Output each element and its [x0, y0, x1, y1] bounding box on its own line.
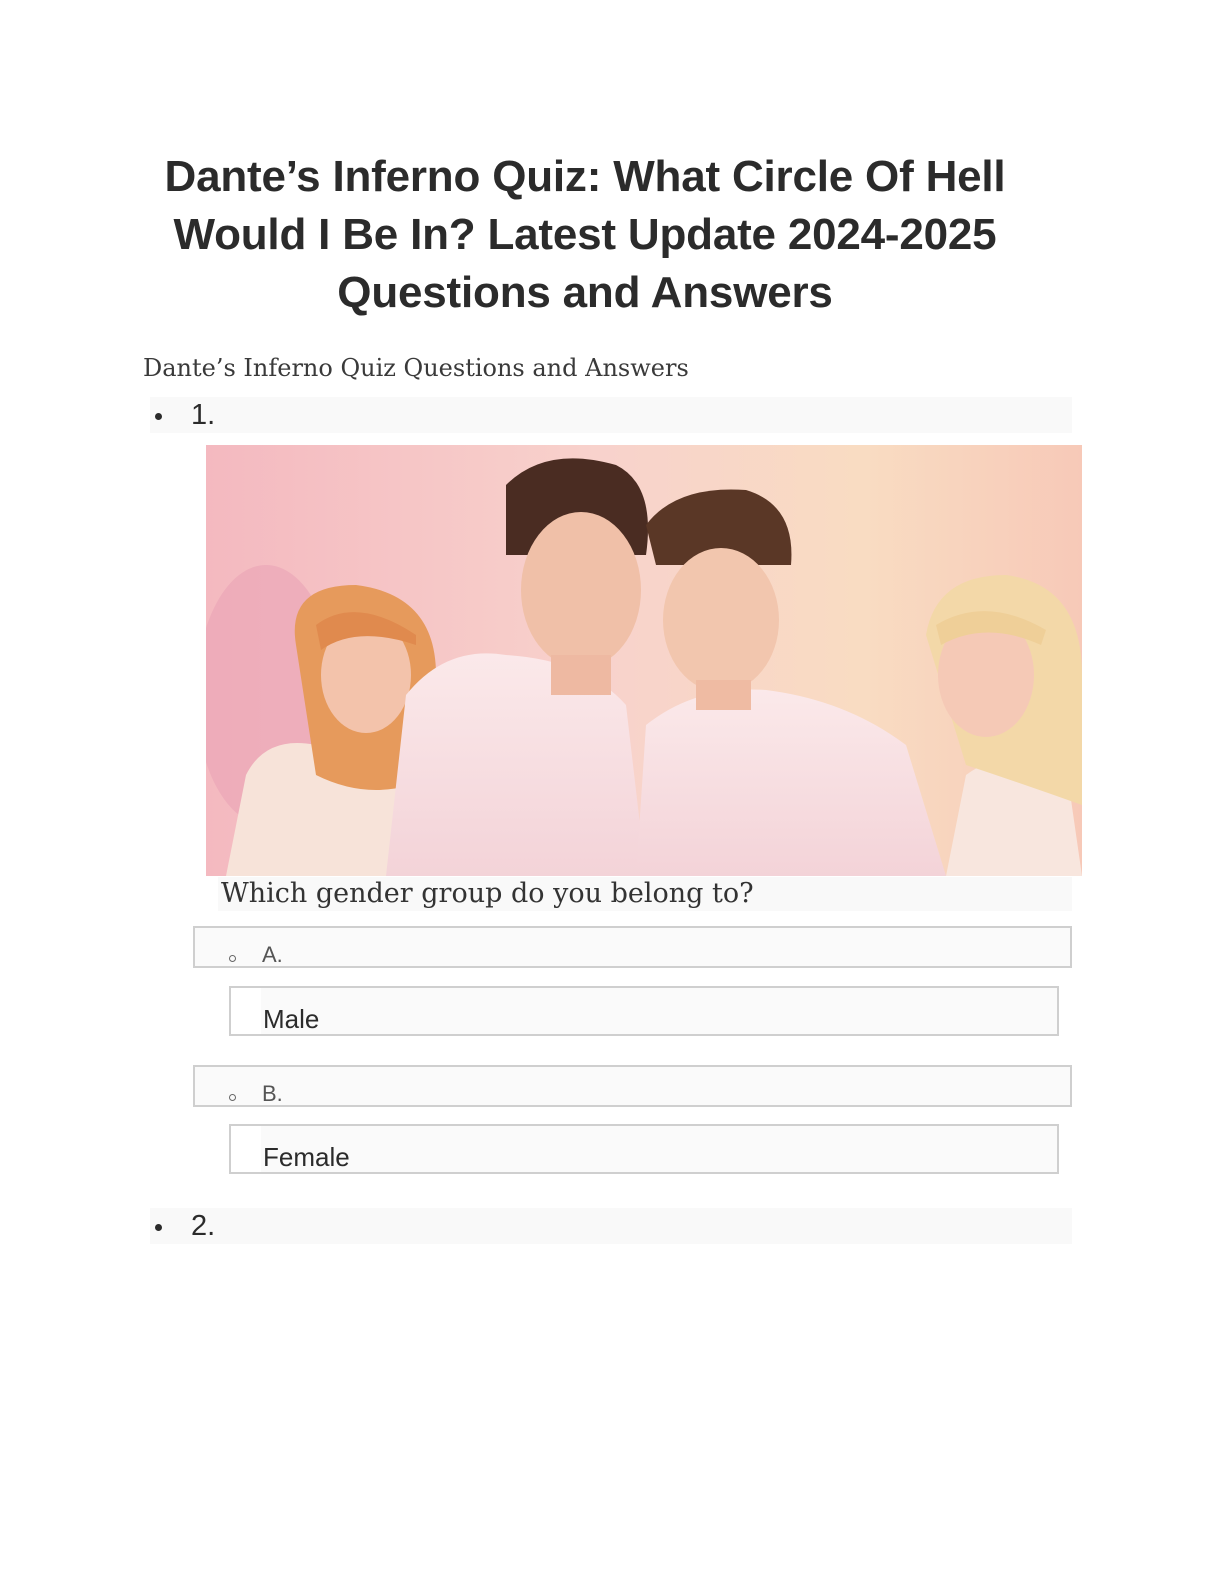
option-answer: Female — [263, 1142, 350, 1172]
option-answer: Male — [263, 1004, 320, 1034]
question-text: Which gender group do you belong to? — [221, 878, 754, 909]
question-image — [206, 445, 1082, 876]
option-b-label-box[interactable]: B. — [193, 1065, 1072, 1107]
document-title: Dante’s Inferno Quiz: What Circle Of Hel… — [164, 152, 1006, 317]
option-letter: A. — [262, 942, 283, 967]
question-number-row: 1. — [150, 397, 1072, 433]
circle-bullet-icon — [229, 1094, 236, 1101]
option-letter: B. — [262, 1081, 283, 1106]
circle-bullet-icon — [229, 955, 236, 962]
option-a-label-box[interactable]: A. — [193, 926, 1072, 968]
question-number: 2. — [191, 1210, 216, 1242]
option-a-answer-box[interactable]: Male — [229, 986, 1059, 1036]
option-b-answer-box[interactable]: Female — [229, 1124, 1059, 1174]
bullet-icon — [155, 413, 162, 420]
question-text-row: Which gender group do you belong to? — [218, 877, 1072, 911]
question-number-row: 2. — [150, 1208, 1072, 1244]
document-subtitle: Dante’s Inferno Quiz Questions and Answe… — [143, 354, 689, 382]
bullet-icon — [155, 1224, 162, 1231]
question-number: 1. — [191, 399, 216, 431]
